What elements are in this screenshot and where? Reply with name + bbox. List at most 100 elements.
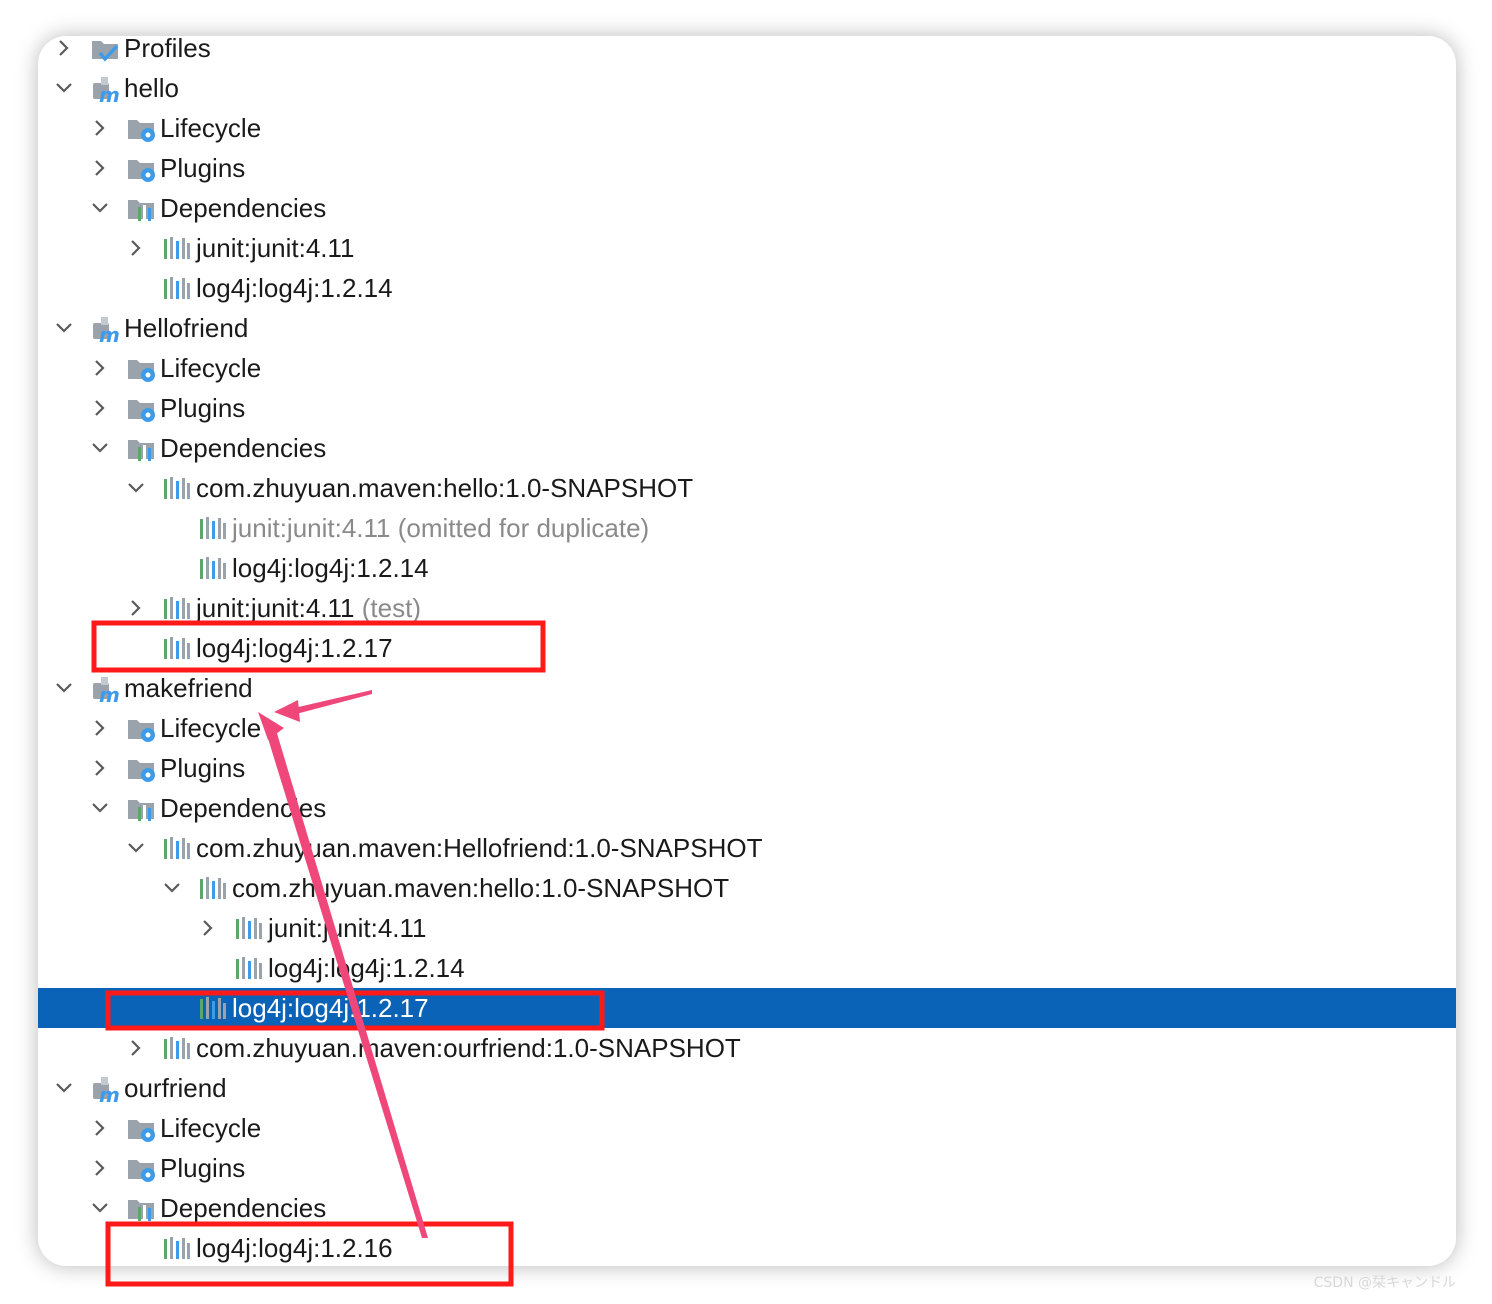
tree-row[interactable]: log4j:log4j:1.2.14 [38, 548, 1456, 588]
tree-row[interactable]: Dependencies [38, 428, 1456, 468]
lifecycle-folder-icon [126, 714, 156, 742]
tree-row-text: makefriend [124, 673, 253, 703]
tree-row-label: Lifecycle [160, 1108, 261, 1148]
chevron-right-icon[interactable] [124, 588, 148, 628]
tree-row-text: ourfriend [124, 1073, 227, 1103]
tree-row-text: com.zhuyuan.maven:hello:1.0-SNAPSHOT [232, 873, 730, 903]
chevron-right-icon[interactable] [88, 388, 112, 428]
library-icon [162, 634, 192, 662]
tree-row-label: Lifecycle [160, 708, 261, 748]
tree-row[interactable]: Plugins [38, 1148, 1456, 1188]
tree-row-label: com.zhuyuan.maven:hello:1.0-SNAPSHOT [232, 868, 729, 908]
library-icon [162, 474, 192, 502]
chevron-right-icon[interactable] [124, 1028, 148, 1068]
tree-row-suffix: (omitted for duplicate) [397, 513, 650, 543]
chevron-down-icon[interactable] [52, 668, 76, 708]
tree-row-label: Plugins [160, 748, 245, 788]
dependencies-folder-icon [126, 1194, 156, 1222]
tree-row[interactable]: Lifecycle [38, 348, 1456, 388]
tree-row-label: junit:junit:4.11 [196, 228, 355, 268]
lifecycle-folder-icon [126, 114, 156, 142]
tree-row[interactable]: junit:junit:4.11 (omitted for duplicate) [38, 508, 1456, 548]
chevron-right-icon[interactable] [52, 36, 76, 68]
tree-row[interactable]: Dependencies [38, 188, 1456, 228]
library-icon [162, 834, 192, 862]
chevron-right-icon[interactable] [88, 748, 112, 788]
chevron-down-icon[interactable] [124, 468, 148, 508]
tree-row[interactable]: log4j:log4j:1.2.14 [38, 948, 1456, 988]
tree-row[interactable]: junit:junit:4.11 [38, 228, 1456, 268]
profiles-icon [90, 36, 120, 62]
tree-row[interactable]: m makefriend [38, 668, 1456, 708]
chevron-right-icon[interactable] [124, 228, 148, 268]
lifecycle-folder-icon [126, 1114, 156, 1142]
plugins-folder-icon [126, 154, 156, 182]
dependencies-folder-icon [126, 434, 156, 462]
tree-row-text: Plugins [160, 1153, 246, 1183]
tree-row-label: Hellofriend [124, 308, 248, 348]
chevron-down-icon[interactable] [52, 68, 76, 108]
chevron-down-icon[interactable] [52, 308, 76, 348]
library-icon [198, 874, 228, 902]
tree-row[interactable]: m Hellofriend [38, 308, 1456, 348]
svg-text:m: m [99, 83, 120, 103]
chevron-right-icon[interactable] [88, 1148, 112, 1188]
chevron-down-icon[interactable] [52, 1068, 76, 1108]
chevron-right-icon[interactable] [88, 348, 112, 388]
tree-row[interactable]: log4j:log4j:1.2.17 [38, 628, 1456, 668]
tree-row[interactable]: com.zhuyuan.maven:ourfriend:1.0-SNAPSHOT [38, 1028, 1456, 1068]
chevron-down-icon[interactable] [88, 188, 112, 228]
tree-row[interactable]: m ourfriend [38, 1068, 1456, 1108]
tree-row[interactable]: Dependencies [38, 1188, 1456, 1228]
chevron-down-icon[interactable] [88, 788, 112, 828]
tree-row-text: junit:junit:4.11 [268, 913, 427, 943]
tree-row-text: Dependencies [160, 793, 327, 823]
chevron-right-icon[interactable] [88, 708, 112, 748]
tree-row[interactable]: log4j:log4j:1.2.14 [38, 268, 1456, 308]
tree-row-text: Dependencies [160, 433, 327, 463]
tree-row-text: Hellofriend [124, 313, 249, 343]
chevron-right-icon[interactable] [88, 1108, 112, 1148]
tree-row[interactable]: com.zhuyuan.maven:hello:1.0-SNAPSHOT [38, 468, 1456, 508]
maven-module-icon: m [90, 1074, 120, 1107]
tree-row[interactable]: Plugins [38, 148, 1456, 188]
chevron-right-icon[interactable] [88, 108, 112, 148]
tree-row-label: Dependencies [160, 1188, 326, 1228]
chevron-down-icon[interactable] [124, 828, 148, 868]
tree-row-label: Plugins [160, 1148, 245, 1188]
tree-row[interactable]: Lifecycle [38, 708, 1456, 748]
maven-module-icon: m [90, 314, 120, 347]
tree-row-label: com.zhuyuan.maven:ourfriend:1.0-SNAPSHOT [196, 1028, 741, 1068]
tree-row-text: Plugins [160, 393, 246, 423]
library-icon [162, 594, 192, 622]
chevron-right-icon[interactable] [88, 148, 112, 188]
tree-row-text: log4j:log4j:1.2.14 [196, 273, 393, 303]
tree-row[interactable]: Plugins [38, 388, 1456, 428]
tree-row[interactable]: Lifecycle [38, 108, 1456, 148]
library-icon [234, 954, 264, 982]
tree-row[interactable]: com.zhuyuan.maven:Hellofriend:1.0-SNAPSH… [38, 828, 1456, 868]
tree-row-text: log4j:log4j:1.2.14 [268, 953, 465, 983]
tree-row[interactable]: log4j:log4j:1.2.17 [38, 988, 1456, 1028]
tree-row-text: junit:junit:4.11 [196, 233, 355, 263]
tree-row[interactable]: junit:junit:4.11 [38, 908, 1456, 948]
chevron-down-icon[interactable] [88, 1188, 112, 1228]
tree-row[interactable]: m hello [38, 68, 1456, 108]
tree-row[interactable]: Plugins [38, 748, 1456, 788]
tree-row[interactable]: Lifecycle [38, 1108, 1456, 1148]
chevron-down-icon[interactable] [88, 428, 112, 468]
chevron-down-icon[interactable] [160, 868, 184, 908]
lifecycle-folder-icon [126, 354, 156, 382]
tree-row-label: Lifecycle [160, 348, 261, 388]
tree-row[interactable]: com.zhuyuan.maven:hello:1.0-SNAPSHOT [38, 868, 1456, 908]
tree-row[interactable]: Dependencies [38, 788, 1456, 828]
tree-row-label: log4j:log4j:1.2.14 [232, 548, 429, 588]
dependencies-folder-icon [126, 194, 156, 222]
library-icon [198, 994, 228, 1022]
tree-row-text: Lifecycle [160, 713, 262, 743]
tree-row[interactable]: junit:junit:4.11 (test) [38, 588, 1456, 628]
maven-project-tree: Profiles m hello Lifecycle Plugins Dependenci… [38, 36, 1456, 1266]
chevron-right-icon[interactable] [196, 908, 220, 948]
tree-row[interactable]: log4j:log4j:1.2.16 [38, 1228, 1456, 1266]
tree-row[interactable]: Profiles [38, 36, 1456, 68]
